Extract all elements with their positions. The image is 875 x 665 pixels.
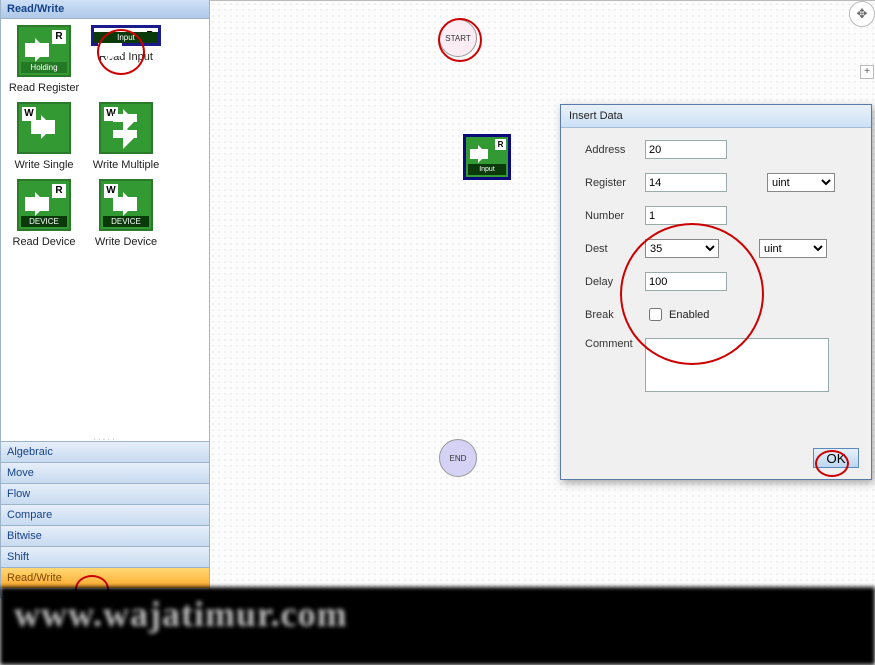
delay-label: Delay [585,276,645,288]
end-node[interactable]: END [439,439,477,477]
break-checkbox[interactable] [649,308,662,321]
sidebar-title: Read/Write [1,0,209,19]
address-label: Address [585,144,645,156]
category-algebraic[interactable]: Algebraic [1,441,209,462]
category-move[interactable]: Move [1,462,209,483]
watermark: www.wajatimur.com [0,587,875,665]
register-type-select[interactable]: uint [767,173,835,192]
tool-write-device[interactable]: WDEVICE Write Device [85,179,167,248]
address-input[interactable] [645,140,727,159]
category-bitwise[interactable]: Bitwise [1,525,209,546]
comment-textarea[interactable] [645,338,829,392]
tool-read-input[interactable]: RInput Read Input [85,25,167,94]
pan-control-icon[interactable]: ✥ [849,1,875,27]
break-label: Break [585,309,645,321]
dest-type-select[interactable]: uint [759,239,827,258]
tool-read-register[interactable]: RHolding Read Register [3,25,85,94]
comment-label: Comment [585,338,645,350]
number-input[interactable] [645,206,727,225]
category-shift[interactable]: Shift [1,546,209,567]
arrow-icon [470,149,488,159]
sidebar: Read/Write RHolding Read Register RInput… [0,0,210,598]
delay-input[interactable] [645,272,727,291]
tool-write-multiple[interactable]: W Write Multiple [85,102,167,171]
start-node[interactable]: START [439,19,477,57]
break-enabled-label: Enabled [669,309,709,321]
register-label: Register [585,177,645,189]
zoom-in-icon[interactable]: + [860,65,874,79]
category-flow[interactable]: Flow [1,483,209,504]
register-input[interactable] [645,173,727,192]
category-read-write[interactable]: Read/Write [1,567,209,588]
dialog-title: Insert Data [561,105,871,128]
category-compare[interactable]: Compare [1,504,209,525]
number-label: Number [585,210,645,222]
insert-data-dialog: Insert Data ‹ Click to Open Description … [560,104,872,480]
dest-label: Dest [585,243,645,255]
tool-write-single[interactable]: W Write Single [3,102,85,171]
canvas-read-input-block[interactable]: R Input [463,134,511,180]
dest-select[interactable]: 35 [645,239,719,258]
tool-palette: RHolding Read Register RInput Read Input… [1,19,209,435]
tool-read-device[interactable]: RDEVICE Read Device [3,179,85,248]
ok-button[interactable]: OK [813,448,859,468]
